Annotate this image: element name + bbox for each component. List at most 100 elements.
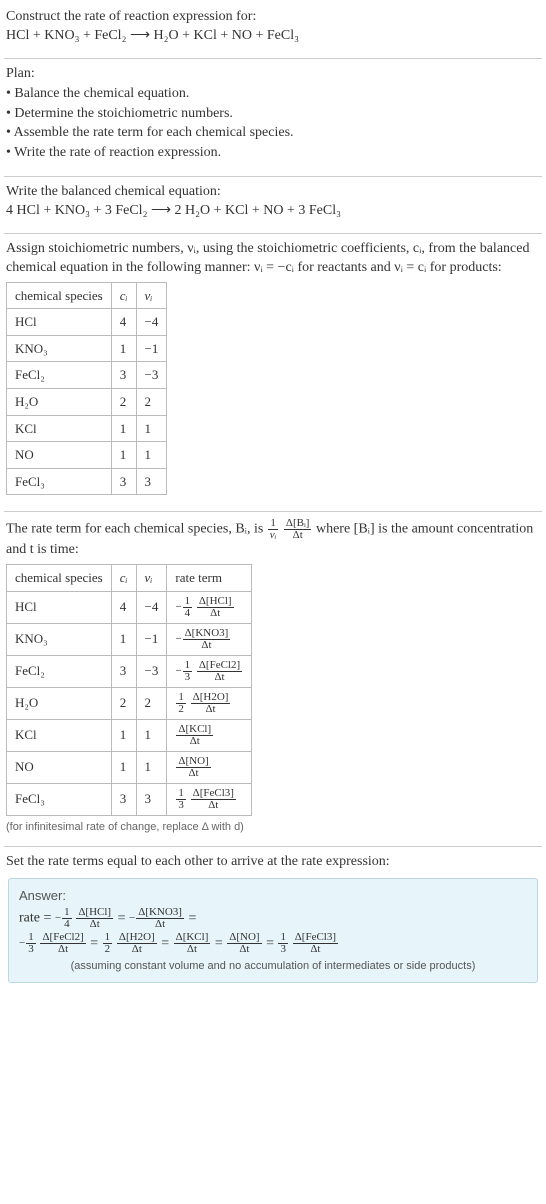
- separator: [4, 176, 542, 177]
- table-row: NO11Δ[NO]Δt: [7, 751, 252, 783]
- plan-item-text: Assemble the rate term for each chemical…: [14, 125, 294, 140]
- final-section: Set the rate terms equal to each other t…: [4, 849, 542, 996]
- table-header-row: chemical species cᵢ νᵢ rate term: [7, 565, 252, 592]
- table-row: KCl11: [7, 415, 167, 442]
- cell-species: FeCl₂: [7, 655, 112, 687]
- plan-heading: Plan:: [6, 65, 540, 84]
- answer-label: Answer:: [19, 887, 527, 905]
- table-row: FeCl₃3313 Δ[FeCl3]Δt: [7, 783, 252, 815]
- col-ci: cᵢ: [111, 282, 136, 309]
- plan-item-text: Write the rate of reaction expression.: [14, 145, 221, 160]
- separator: [4, 846, 542, 847]
- cell-species: NO: [7, 442, 112, 469]
- balanced-equation: 4 HCl + KNO₃ + 3 FeCl₂ ⟶ 2 H₂O + KCl + N…: [6, 202, 540, 221]
- frac-one-over-vi: 1 νᵢ: [268, 518, 279, 541]
- rate-expression-cont: −13 Δ[FeCl2]Δt = 12 Δ[H2O]Δt = Δ[KCl]Δt …: [19, 932, 527, 955]
- plan-item: • Balance the chemical equation.: [6, 85, 540, 104]
- table-row: FeCl₃33: [7, 468, 167, 495]
- cell-vi: 3: [136, 783, 167, 815]
- answer-note: (assuming constant volume and no accumul…: [19, 959, 527, 974]
- rate-term-para: The rate term for each chemical species,…: [6, 518, 540, 560]
- frac-dBi-dt: Δ[Bᵢ] Δt: [284, 518, 312, 541]
- cell-ci: 3: [111, 655, 136, 687]
- separator: [4, 58, 542, 59]
- cell-rate-term: −Δ[KNO3]Δt: [167, 623, 252, 655]
- cell-vi: −3: [136, 362, 167, 389]
- rate-term-table: chemical species cᵢ νᵢ rate term HCl4−4−…: [6, 564, 252, 816]
- rate-expression: rate = −14 Δ[HCl]Δt = −Δ[KNO3]Δt =: [19, 907, 527, 930]
- cell-ci: 1: [111, 415, 136, 442]
- rate-term-section: The rate term for each chemical species,…: [4, 514, 542, 844]
- stoich-section: Assign stoichiometric numbers, νᵢ, using…: [4, 236, 542, 509]
- cell-vi: −3: [136, 655, 167, 687]
- cell-vi: 1: [136, 415, 167, 442]
- cell-ci: 1: [111, 623, 136, 655]
- rate-note: (for infinitesimal rate of change, repla…: [6, 820, 540, 835]
- table-header-row: chemical species cᵢ νᵢ: [7, 282, 167, 309]
- cell-vi: −1: [136, 623, 167, 655]
- col-species: chemical species: [7, 282, 112, 309]
- cell-rate-term: −14 Δ[HCl]Δt: [167, 591, 252, 623]
- col-vi: νᵢ: [136, 282, 167, 309]
- col-ci: cᵢ: [111, 565, 136, 592]
- cell-ci: 3: [111, 783, 136, 815]
- cell-ci: 1: [111, 442, 136, 469]
- cell-species: FeCl₂: [7, 362, 112, 389]
- table-row: H₂O2212 Δ[H2O]Δt: [7, 687, 252, 719]
- separator: [4, 511, 542, 512]
- table-row: FeCl₂3−3: [7, 362, 167, 389]
- cell-rate-term: Δ[KCl]Δt: [167, 719, 252, 751]
- cell-rate-term: Δ[NO]Δt: [167, 751, 252, 783]
- cell-species: KNO₃: [7, 623, 112, 655]
- cell-species: H₂O: [7, 687, 112, 719]
- cell-ci: 2: [111, 687, 136, 719]
- cell-species: KNO₃: [7, 335, 112, 362]
- cell-rate-term: 13 Δ[FeCl3]Δt: [167, 783, 252, 815]
- plan-item: • Write the rate of reaction expression.: [6, 144, 540, 163]
- cell-ci: 4: [111, 591, 136, 623]
- table-row: KNO₃1−1: [7, 335, 167, 362]
- cell-ci: 3: [111, 362, 136, 389]
- cell-ci: 4: [111, 309, 136, 336]
- cell-vi: −4: [136, 591, 167, 623]
- cell-species: H₂O: [7, 388, 112, 415]
- plan-item: • Determine the stoichiometric numbers.: [6, 105, 540, 124]
- cell-vi: 1: [136, 442, 167, 469]
- stoich-table: chemical species cᵢ νᵢ HCl4−4KNO₃1−1FeCl…: [6, 282, 167, 495]
- table-row: NO11: [7, 442, 167, 469]
- rate-para-before: The rate term for each chemical species,…: [6, 522, 267, 537]
- col-species: chemical species: [7, 565, 112, 592]
- cell-species: NO: [7, 751, 112, 783]
- plan-item: • Assemble the rate term for each chemic…: [6, 124, 540, 143]
- cell-vi: −4: [136, 309, 167, 336]
- separator: [4, 233, 542, 234]
- cell-ci: 1: [111, 719, 136, 751]
- cell-rate-term: 12 Δ[H2O]Δt: [167, 687, 252, 719]
- table-row: H₂O22: [7, 388, 167, 415]
- cell-rate-term: −13 Δ[FeCl2]Δt: [167, 655, 252, 687]
- cell-species: FeCl₃: [7, 783, 112, 815]
- plan-item-text: Balance the chemical equation.: [14, 86, 189, 101]
- cell-species: KCl: [7, 415, 112, 442]
- cell-vi: 1: [136, 719, 167, 751]
- cell-vi: 2: [136, 687, 167, 719]
- balanced-section: Write the balanced chemical equation: 4 …: [4, 179, 542, 231]
- plan-section: Plan: • Balance the chemical equation. •…: [4, 61, 542, 174]
- cell-species: FeCl₃: [7, 468, 112, 495]
- col-rate: rate term: [167, 565, 252, 592]
- intro-title: Construct the rate of reaction expressio…: [6, 8, 540, 27]
- stoich-para: Assign stoichiometric numbers, νᵢ, using…: [6, 240, 540, 278]
- table-row: HCl4−4−14 Δ[HCl]Δt: [7, 591, 252, 623]
- table-row: KCl11Δ[KCl]Δt: [7, 719, 252, 751]
- table-row: KNO₃1−1−Δ[KNO3]Δt: [7, 623, 252, 655]
- rate-word: rate =: [19, 911, 55, 926]
- final-heading: Set the rate terms equal to each other t…: [6, 853, 540, 872]
- cell-species: HCl: [7, 591, 112, 623]
- answer-box: Answer: rate = −14 Δ[HCl]Δt = −Δ[KNO3]Δt…: [8, 878, 538, 982]
- cell-vi: 1: [136, 751, 167, 783]
- table-row: HCl4−4: [7, 309, 167, 336]
- table-row: FeCl₂3−3−13 Δ[FeCl2]Δt: [7, 655, 252, 687]
- cell-vi: −1: [136, 335, 167, 362]
- cell-vi: 3: [136, 468, 167, 495]
- balanced-heading: Write the balanced chemical equation:: [6, 183, 540, 202]
